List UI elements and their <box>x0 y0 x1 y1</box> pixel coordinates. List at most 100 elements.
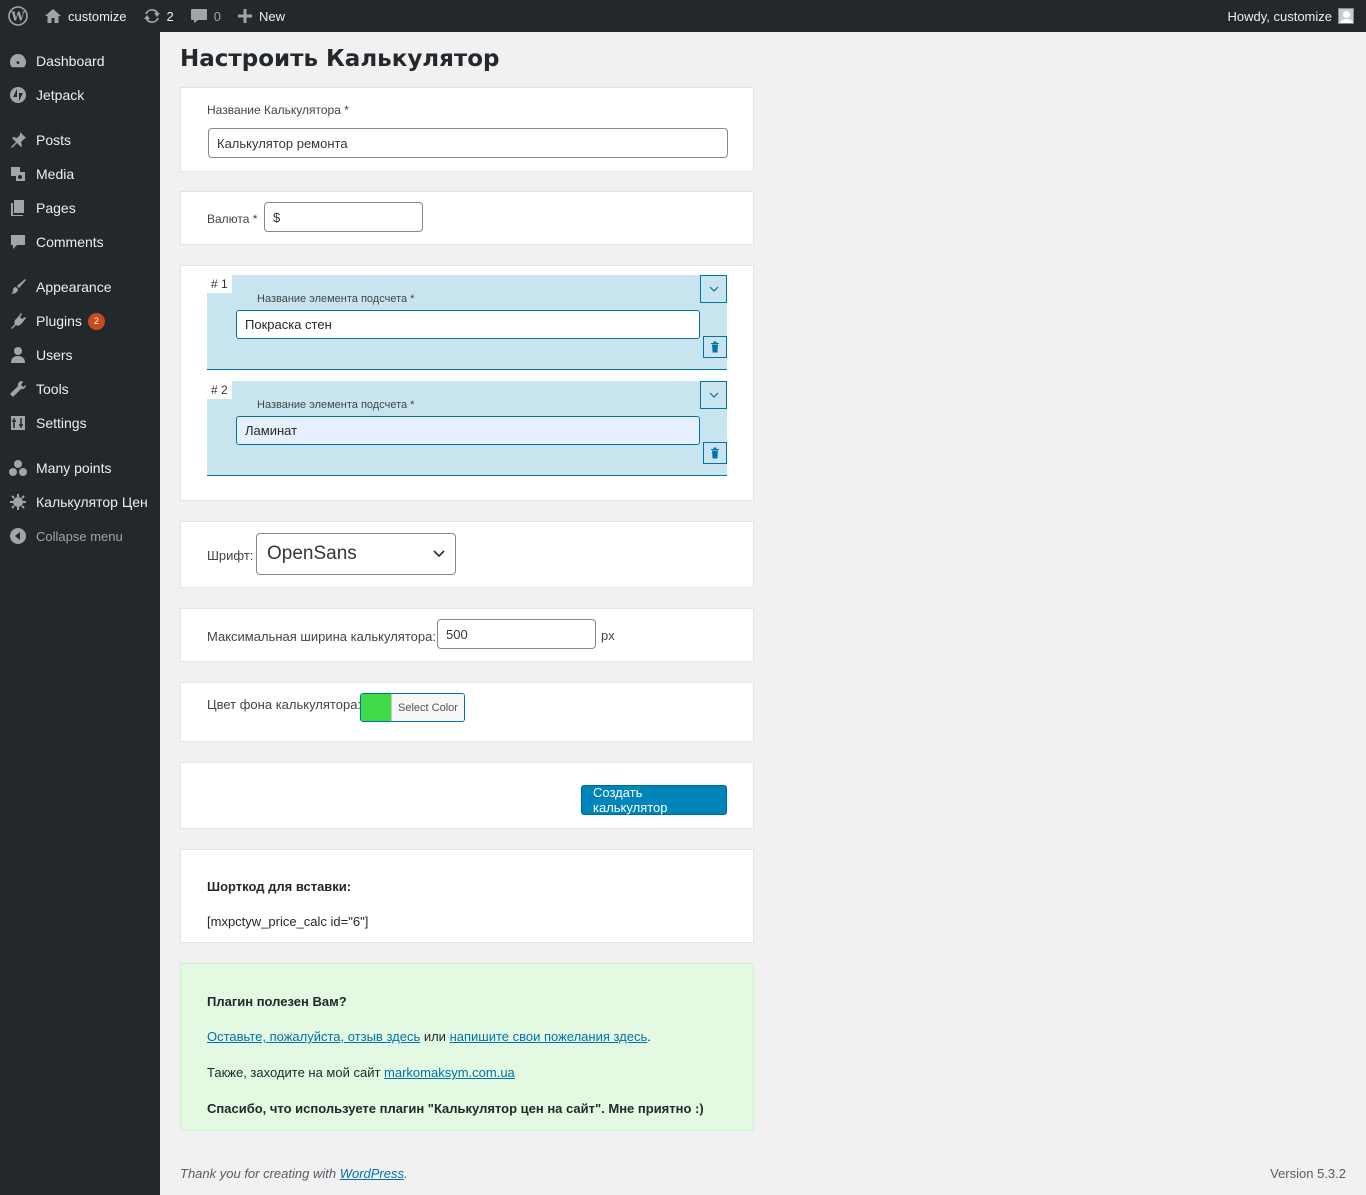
sidebar-item-price-calculator[interactable]: Калькулятор Цен <box>0 485 160 519</box>
calc-elements-section: # 1 Название элемента подсчета * Покраск… <box>180 265 754 501</box>
points-icon <box>8 458 28 478</box>
svg-text:W: W <box>10 10 25 24</box>
comment-icon <box>8 232 28 252</box>
main-content: Настроить Калькулятор Название Калькулят… <box>180 32 1346 1131</box>
comments-link[interactable]: 0 <box>182 0 229 32</box>
or-text: или <box>420 1029 450 1044</box>
wishes-link[interactable]: напишите свои пожелания здесь <box>450 1029 648 1044</box>
new-label: New <box>259 8 286 24</box>
footer-thanks-text: Thank you for creating with <box>180 1166 340 1181</box>
shortcode-section: Шорткод для вставки: [mxpctyw_price_calc… <box>180 849 754 943</box>
shortcode-text: [mxpctyw_price_calc id="6"] <box>207 914 369 929</box>
sidebar-item-appearance[interactable]: Appearance <box>0 270 160 304</box>
chevron-down-icon <box>709 286 718 292</box>
background-color-section: Цвет фона калькулятора: Select Color <box>180 682 754 742</box>
trash-icon <box>711 447 719 459</box>
sidebar-item-label: Media <box>36 166 75 182</box>
updates-icon <box>143 8 160 24</box>
version-text: Version 5.3.2 <box>1270 1166 1346 1181</box>
plus-icon <box>238 9 252 23</box>
dashboard-icon <box>8 51 28 71</box>
updates-link[interactable]: 2 <box>135 0 182 32</box>
currency-section: Валюта * $ <box>180 191 754 245</box>
admin-footer: Thank you for creating with WordPress. V… <box>180 1166 1346 1181</box>
collapse-icon <box>8 526 28 546</box>
page-title: Настроить Калькулятор <box>180 46 500 72</box>
sidebar-item-tools[interactable]: Tools <box>0 372 160 406</box>
admin-sidebar: Dashboard Jetpack Posts Media Pages Comm… <box>0 32 160 1195</box>
footer-period: . <box>404 1166 408 1181</box>
element-delete-button[interactable] <box>703 336 727 358</box>
element-number: # 1 <box>207 275 232 293</box>
element-toggle-button[interactable] <box>700 275 727 303</box>
element-name-label: Название элемента подсчета * <box>257 399 415 411</box>
feedback-title: Плагин полезен Вам? <box>207 994 347 1009</box>
sidebar-item-label: Users <box>36 347 73 363</box>
element-name-input[interactable]: Ламинат <box>236 416 700 445</box>
review-link[interactable]: Оставьте, пожалуйста, отзыв здесь <box>207 1029 420 1044</box>
updates-count: 2 <box>166 8 174 24</box>
period-text: . <box>647 1029 651 1044</box>
howdy-text: Howdy, customize <box>1227 8 1332 24</box>
create-section: Создать калькулятор <box>180 762 754 829</box>
user-icon <box>8 345 28 365</box>
site-name-link[interactable]: customize <box>36 0 135 32</box>
home-icon <box>45 9 61 23</box>
element-number: # 2 <box>207 381 232 399</box>
plugins-update-badge: 2 <box>87 312 105 330</box>
sidebar-item-many-points[interactable]: Many points <box>0 451 160 485</box>
pin-icon <box>8 130 28 150</box>
account-menu[interactable]: Howdy, customize <box>1227 8 1366 24</box>
settings-icon <box>8 413 28 433</box>
collapse-menu-button[interactable]: Collapse menu <box>0 519 160 553</box>
element-name-label: Название элемента подсчета * <box>257 293 415 305</box>
avatar <box>1338 8 1354 24</box>
element-delete-button[interactable] <box>703 442 727 464</box>
color-swatch <box>361 694 392 721</box>
admin-bar: W customize 2 0 New Howdy, customize <box>0 0 1366 32</box>
author-site-link[interactable]: markomaksym.com.ua <box>384 1065 515 1080</box>
thanks-text: Спасибо, что используете плагин "Калькул… <box>207 1101 704 1116</box>
sidebar-item-plugins[interactable]: Plugins 2 <box>0 304 160 338</box>
calculator-icon <box>8 492 28 512</box>
sidebar-item-label: Калькулятор Цен <box>36 494 148 510</box>
footer-thanks: Thank you for creating with WordPress. <box>180 1166 408 1181</box>
site-text: Также, заходите на мой сайт <box>207 1065 385 1080</box>
create-calculator-button[interactable]: Создать калькулятор <box>581 785 727 815</box>
font-section: Шрифт: OpenSans <box>180 521 754 588</box>
sidebar-item-label: Settings <box>36 415 87 431</box>
sidebar-item-dashboard[interactable]: Dashboard <box>0 44 160 78</box>
sidebar-item-jetpack[interactable]: Jetpack <box>0 78 160 112</box>
max-width-input[interactable]: 500 <box>437 619 596 649</box>
shortcode-title: Шорткод для вставки: <box>207 879 352 894</box>
calculator-name-input[interactable]: Калькулятор ремонта <box>208 128 728 158</box>
new-content-link[interactable]: New <box>229 0 293 32</box>
wrench-icon <box>8 379 28 399</box>
sidebar-item-label: Tools <box>36 381 69 397</box>
select-color-button[interactable]: Select Color <box>360 693 465 722</box>
currency-input[interactable]: $ <box>264 202 423 232</box>
element-name-input[interactable]: Покраска стен <box>236 310 700 339</box>
calc-element-item: # 1 Название элемента подсчета * Покраск… <box>207 275 727 370</box>
font-select-value: OpenSans <box>267 543 357 564</box>
jetpack-icon <box>8 85 28 105</box>
sidebar-item-label: Plugins <box>36 313 82 329</box>
sidebar-item-comments[interactable]: Comments <box>0 225 160 259</box>
wordpress-link[interactable]: WordPress <box>340 1166 404 1181</box>
sidebar-item-pages[interactable]: Pages <box>0 191 160 225</box>
plugin-icon <box>8 311 28 331</box>
sidebar-item-settings[interactable]: Settings <box>0 406 160 440</box>
media-icon <box>8 164 28 184</box>
font-select[interactable]: OpenSans <box>256 533 456 575</box>
sidebar-item-posts[interactable]: Posts <box>0 123 160 157</box>
calc-element-item: # 2 Название элемента подсчета * Ламинат <box>207 381 727 476</box>
comment-icon <box>190 9 207 23</box>
sidebar-item-label: Pages <box>36 200 76 216</box>
wordpress-logo-icon[interactable]: W <box>0 0 36 32</box>
brush-icon <box>8 277 28 297</box>
element-toggle-button[interactable] <box>700 381 727 409</box>
max-width-section: Максимальная ширина калькулятора: 500 px <box>180 608 754 662</box>
sidebar-item-label: Appearance <box>36 279 112 295</box>
sidebar-item-media[interactable]: Media <box>0 157 160 191</box>
sidebar-item-users[interactable]: Users <box>0 338 160 372</box>
